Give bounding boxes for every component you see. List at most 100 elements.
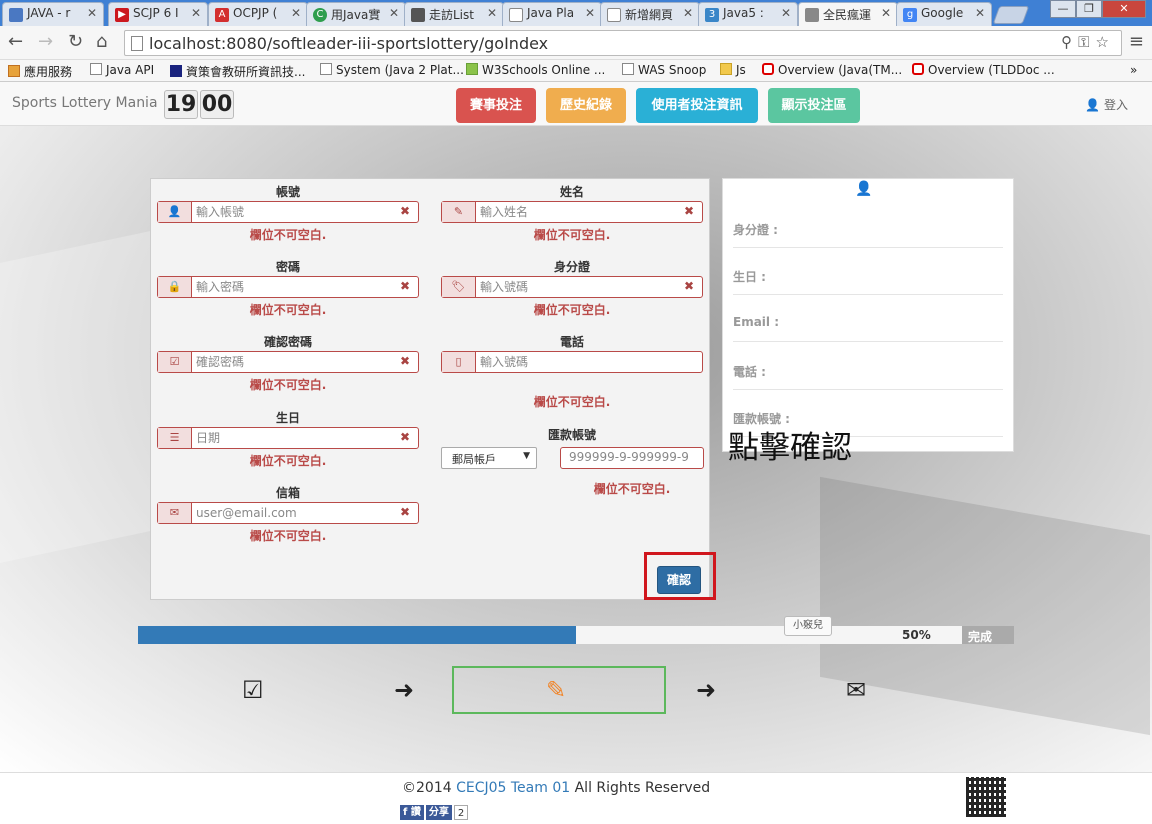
facebook-like-button[interactable]: f 讚: [400, 805, 424, 820]
bet-button[interactable]: 賽事投注: [456, 88, 536, 123]
team-link[interactable]: CECJ05 Team 01: [456, 780, 570, 796]
email-input[interactable]: [196, 504, 386, 522]
browser-tab[interactable]: 3 Java5 : ✕: [698, 2, 798, 26]
folder-icon: [720, 63, 732, 75]
close-icon[interactable]: ✕: [191, 6, 201, 20]
account-input[interactable]: [196, 203, 386, 221]
browser-tab[interactable]: C 用Java實 ✕: [306, 2, 406, 26]
page-icon: [131, 36, 143, 51]
caret-down-icon: ▼: [523, 451, 530, 461]
forward-icon[interactable]: →: [38, 31, 53, 52]
minimize-icon[interactable]: —: [1050, 0, 1076, 18]
reload-icon[interactable]: ↻: [68, 31, 83, 52]
phone-input[interactable]: [480, 353, 670, 371]
tag-icon: 🏷: [442, 277, 476, 297]
close-icon[interactable]: ✕: [975, 6, 985, 20]
clear-icon[interactable]: ✖: [400, 430, 410, 444]
close-icon[interactable]: ✕: [781, 6, 791, 20]
error-message: 欄位不可空白.: [249, 378, 327, 392]
bookmark-item[interactable]: Java API: [90, 63, 154, 77]
key-icon[interactable]: ⚿: [1078, 33, 1095, 51]
address-bar[interactable]: localhost:8080/softleader-iii-sportslott…: [124, 30, 1122, 56]
close-icon[interactable]: ✕: [487, 6, 497, 20]
bookmark-item[interactable]: System (Java 2 Plat...: [320, 63, 464, 77]
browser-tab[interactable]: 走訪List ✕: [404, 2, 504, 26]
bookmark-item[interactable]: W3Schools Online ...: [466, 63, 605, 77]
window-controls: — ❐ ✕: [1050, 0, 1146, 18]
error-message: 欄位不可空白.: [533, 303, 611, 317]
bookmark-folder[interactable]: Js: [720, 63, 746, 77]
url-text[interactable]: localhost:8080/softleader-iii-sportslott…: [149, 34, 548, 53]
new-tab-button[interactable]: [992, 6, 1030, 24]
oracle-icon: [762, 63, 774, 75]
field-label: 生日: [275, 411, 300, 425]
facebook-share-button[interactable]: 分享: [425, 805, 452, 820]
name-input[interactable]: [480, 203, 670, 221]
browser-tab[interactable]: A OCPJP (✕: [208, 2, 308, 26]
user-bet-info-button[interactable]: 使用者投注資訊: [636, 88, 758, 123]
browser-tab[interactable]: Java Pla ✕: [502, 2, 602, 26]
omnibox-icons: ⚲⚿☆: [1061, 33, 1115, 51]
info-row: 身分證 :: [733, 201, 1003, 248]
bookmarks-bar: 應用服務 Java API 資策會教研所資訊技... System (Java …: [0, 60, 1152, 82]
home-icon[interactable]: ⌂: [96, 31, 107, 52]
page-icon: [9, 8, 23, 22]
w3schools-icon: [466, 63, 478, 75]
site-icon: [170, 65, 182, 77]
error-message: 欄位不可空白.: [593, 482, 671, 496]
window-close-icon[interactable]: ✕: [1102, 0, 1146, 18]
id-number-field: 身分證 🏷 ✖ 欄位不可空白.: [441, 258, 703, 318]
error-message: 欄位不可空白.: [249, 303, 327, 317]
bookmark-item[interactable]: WAS Snoop: [622, 63, 706, 77]
clear-icon[interactable]: ✖: [400, 505, 410, 519]
close-icon[interactable]: ✕: [683, 6, 693, 20]
check-icon: ☑: [158, 352, 192, 372]
close-icon[interactable]: ✕: [585, 6, 595, 20]
bank-account-input[interactable]: 999999-9-999999-9: [560, 447, 704, 469]
clear-icon[interactable]: ✖: [400, 354, 410, 368]
back-icon[interactable]: ←: [8, 31, 23, 52]
bookmarks-overflow-icon[interactable]: »: [1130, 63, 1137, 77]
show-bet-area-button[interactable]: 顯示投注區: [768, 88, 860, 123]
youtube-icon: ▶: [115, 8, 129, 22]
star-icon[interactable]: ☆: [1096, 33, 1115, 51]
menu-icon[interactable]: ≡: [1129, 31, 1144, 52]
browser-tab[interactable]: g Google ✕: [896, 2, 992, 26]
confirm-password-input[interactable]: [196, 353, 386, 371]
browser-tab[interactable]: ▶ SCJP 6 I ✕: [108, 2, 208, 26]
close-icon[interactable]: ✕: [291, 6, 301, 20]
page: Sports Lottery Mania 19 00 賽事投注 歷史紀錄 使用者…: [0, 82, 1152, 824]
confirm-password-field: 確認密碼 ☑ ✖ 欄位不可空白.: [157, 333, 419, 393]
close-icon[interactable]: ✕: [87, 6, 97, 20]
footer: ©2014 CECJ05 Team 01 All Rights Reserved…: [0, 772, 1152, 824]
id-number-input[interactable]: [480, 278, 670, 296]
clear-icon[interactable]: ✖: [684, 279, 694, 293]
login-link[interactable]: 👤 登入: [1085, 96, 1128, 113]
tooltip: 小竅兒: [784, 616, 832, 636]
field-label: 信箱: [275, 486, 300, 500]
history-button[interactable]: 歷史紀錄: [546, 88, 626, 123]
bookmark-item[interactable]: 資策會教研所資訊技...: [170, 63, 305, 80]
brand-name[interactable]: Sports Lottery Mania: [12, 95, 158, 111]
maximize-icon[interactable]: ❐: [1076, 0, 1102, 18]
search-icon[interactable]: ⚲: [1061, 33, 1078, 51]
birthday-input[interactable]: [196, 429, 386, 447]
bookmark-apps[interactable]: 應用服務: [8, 63, 72, 80]
browser-tab[interactable]: 新增網頁 ✕: [600, 2, 700, 26]
close-icon[interactable]: ✕: [389, 6, 399, 20]
bookmark-item[interactable]: Overview (TLDDoc ...: [912, 63, 1055, 77]
bookmark-item[interactable]: Overview (Java(TM...: [762, 63, 902, 77]
clear-icon[interactable]: ✖: [684, 204, 694, 218]
password-input[interactable]: [196, 278, 386, 296]
bank-type-select[interactable]: 郵局帳戶 ▼: [441, 447, 537, 469]
browser-tab[interactable]: JAVA - r ✕: [2, 2, 104, 26]
field-label: 身分證: [553, 260, 590, 274]
browser-tab-active[interactable]: 全民瘋運 ✕: [798, 2, 898, 26]
facebook-icon: f: [403, 807, 408, 818]
clear-icon[interactable]: ✖: [400, 279, 410, 293]
error-message: 欄位不可空白.: [249, 454, 327, 468]
close-icon[interactable]: ✕: [881, 6, 891, 20]
share-count: 2: [453, 805, 469, 820]
clear-icon[interactable]: ✖: [400, 204, 410, 218]
user-info-panel: 👤 身分證 : 生日 : Email : 電話 : 匯款帳號 :: [722, 178, 1014, 452]
